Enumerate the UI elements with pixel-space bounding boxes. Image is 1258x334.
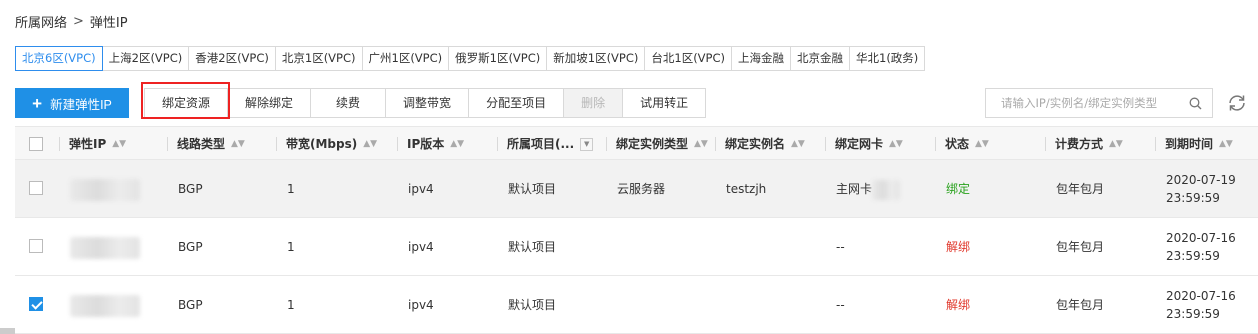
col-header-ip-version[interactable]: IP版本 ▲▼ <box>397 127 464 161</box>
cell-bandwidth: 1 <box>287 298 295 312</box>
table-header: 弹性IP ▲▼ 线路类型 ▲▼ 带宽(Mbps) ▲▼ IP版本 ▲▼ 所属项目(...… <box>15 126 1258 160</box>
col-header-status[interactable]: 状态 ▲▼ <box>935 127 989 161</box>
cell-bind-type: 云服务器 <box>617 182 666 196</box>
sort-icon[interactable]: ▲▼ <box>791 128 805 160</box>
region-tab-beijing1[interactable]: 北京1区(VPC) <box>274 46 363 71</box>
sort-icon[interactable]: ▲▼ <box>1109 128 1123 160</box>
region-tab-taipei1[interactable]: 台北1区(VPC) <box>644 46 732 71</box>
cell-bind-name[interactable]: testzjh <box>726 160 766 218</box>
cell-line: BGP <box>178 298 203 312</box>
cell-bandwidth: 1 <box>287 240 295 254</box>
sort-icon[interactable]: ▲▼ <box>975 128 989 160</box>
cell-status: 解绑 <box>946 240 971 254</box>
sort-icon[interactable]: ▲▼ <box>694 128 708 160</box>
sort-icon[interactable]: ▲▼ <box>112 128 126 160</box>
bind-resource-button[interactable]: 绑定资源 <box>144 88 229 118</box>
region-tabs: 北京6区(VPC) 上海2区(VPC) 香港2区(VPC) 北京1区(VPC) … <box>15 46 926 71</box>
cell-project: 默认项目 <box>508 182 557 196</box>
action-button-group: 绑定资源 解除绑定 续费 调整带宽 分配至项目 删除 试用转正 <box>144 88 707 118</box>
cell-project: 默认项目 <box>508 298 557 312</box>
delete-button[interactable]: 删除 <box>563 88 624 118</box>
region-tab-beijing6[interactable]: 北京6区(VPC) <box>15 46 103 71</box>
ip-redacted <box>70 160 140 218</box>
region-tab-huabei1-gov[interactable]: 华北1(政务) <box>849 46 926 71</box>
sort-icon[interactable]: ▲▼ <box>889 128 903 160</box>
cell-line: BGP <box>178 182 203 196</box>
scrollbar-stub[interactable] <box>0 328 15 334</box>
new-eip-label: 新建弹性IP <box>50 97 112 112</box>
cell-expire: 2020-07-16 23:59:59 <box>1166 231 1236 263</box>
renew-button[interactable]: 续费 <box>310 88 387 118</box>
cell-status: 解绑 <box>946 298 971 312</box>
toolbar: + 新建弹性IP 绑定资源 解除绑定 续费 调整带宽 分配至项目 删除 试用转正 <box>15 88 707 118</box>
cell-ip-version: ipv4 <box>408 240 434 254</box>
col-header-bind-name[interactable]: 绑定实例名 ▲▼ <box>715 127 805 161</box>
ip-redacted <box>70 218 140 276</box>
breadcrumb-separator: > <box>73 14 84 29</box>
breadcrumb: 所属网络 > 弹性IP <box>15 12 128 31</box>
region-tab-beijing-finance[interactable]: 北京金融 <box>790 46 850 71</box>
cell-billing: 包年包月 <box>1056 182 1105 196</box>
cell-bandwidth: 1 <box>287 182 295 196</box>
cell-nic: -- <box>836 240 845 254</box>
sort-icon[interactable]: ▲▼ <box>363 128 377 160</box>
table-row[interactable]: BGP 1 ipv4 默认项目 -- 解绑 包年包月 2020-07-16 23:… <box>15 276 1258 334</box>
cell-nic: -- <box>836 298 845 312</box>
region-tab-shanghai2[interactable]: 上海2区(VPC) <box>101 46 190 71</box>
breadcrumb-parent[interactable]: 所属网络 <box>15 12 67 31</box>
region-tab-singapore1[interactable]: 新加坡1区(VPC) <box>546 46 646 71</box>
cell-billing: 包年包月 <box>1056 298 1105 312</box>
row-checkbox[interactable] <box>29 239 43 253</box>
col-header-project[interactable]: 所属项目(... ▼ <box>497 127 594 161</box>
assign-project-button[interactable]: 分配至项目 <box>468 88 565 118</box>
search-icon[interactable] <box>1189 97 1202 110</box>
sort-icon[interactable]: ▲▼ <box>450 128 464 160</box>
filter-icon[interactable]: ▼ <box>580 137 594 151</box>
cell-status: 绑定 <box>946 182 971 196</box>
refresh-icon[interactable] <box>1226 92 1248 114</box>
cell-nic: 主网卡 <box>836 160 901 218</box>
cell-expire: 2020-07-19 23:59:59 <box>1166 173 1236 205</box>
region-tab-hongkong2[interactable]: 香港2区(VPC) <box>188 46 276 71</box>
ip-redacted <box>70 276 140 334</box>
breadcrumb-current: 弹性IP <box>89 16 128 31</box>
search-box <box>985 88 1213 118</box>
region-tab-russia1[interactable]: 俄罗斯1区(VPC) <box>448 46 548 71</box>
region-tab-guangzhou1[interactable]: 广州1区(VPC) <box>361 46 450 71</box>
cell-billing: 包年包月 <box>1056 240 1105 254</box>
table-row[interactable]: BGP 1 ipv4 默认项目 -- 解绑 包年包月 2020-07-16 23:… <box>15 218 1258 276</box>
col-header-nic[interactable]: 绑定网卡 ▲▼ <box>825 127 903 161</box>
col-header-bandwidth[interactable]: 带宽(Mbps) ▲▼ <box>276 127 377 161</box>
row-checkbox[interactable] <box>29 297 43 311</box>
new-eip-button[interactable]: + 新建弹性IP <box>15 88 129 118</box>
eip-table: 弹性IP ▲▼ 线路类型 ▲▼ 带宽(Mbps) ▲▼ IP版本 ▲▼ 所属项目(...… <box>15 126 1258 334</box>
plus-icon: + <box>32 93 43 113</box>
cell-project: 默认项目 <box>508 240 557 254</box>
table-row[interactable]: BGP 1 ipv4 默认项目 云服务器 testzjh 主网卡 绑定 包年包月… <box>15 160 1258 218</box>
col-header-expire[interactable]: 到期时间 ▲▼ <box>1155 127 1233 161</box>
search-input[interactable] <box>1001 96 1189 110</box>
unbind-button[interactable]: 解除绑定 <box>227 88 312 118</box>
region-tab-shanghai-finance[interactable]: 上海金融 <box>731 46 791 71</box>
sort-icon[interactable]: ▲▼ <box>231 128 245 160</box>
col-header-line[interactable]: 线路类型 ▲▼ <box>167 127 245 161</box>
cell-line: BGP <box>178 240 203 254</box>
sort-icon[interactable]: ▲▼ <box>1219 128 1233 160</box>
col-header-bind-type[interactable]: 绑定实例类型 ▲▼ <box>606 127 708 161</box>
cell-ip-version: ipv4 <box>408 182 434 196</box>
trial-convert-button[interactable]: 试用转正 <box>622 88 707 118</box>
select-all-checkbox[interactable] <box>29 137 43 151</box>
cell-ip-version: ipv4 <box>408 298 434 312</box>
cell-expire: 2020-07-16 23:59:59 <box>1166 289 1236 321</box>
col-header-billing[interactable]: 计费方式 ▲▼ <box>1045 127 1123 161</box>
col-header-ip[interactable]: 弹性IP ▲▼ <box>59 127 126 161</box>
row-checkbox[interactable] <box>29 181 43 195</box>
adjust-bandwidth-button[interactable]: 调整带宽 <box>385 88 470 118</box>
nic-redacted <box>872 179 901 200</box>
